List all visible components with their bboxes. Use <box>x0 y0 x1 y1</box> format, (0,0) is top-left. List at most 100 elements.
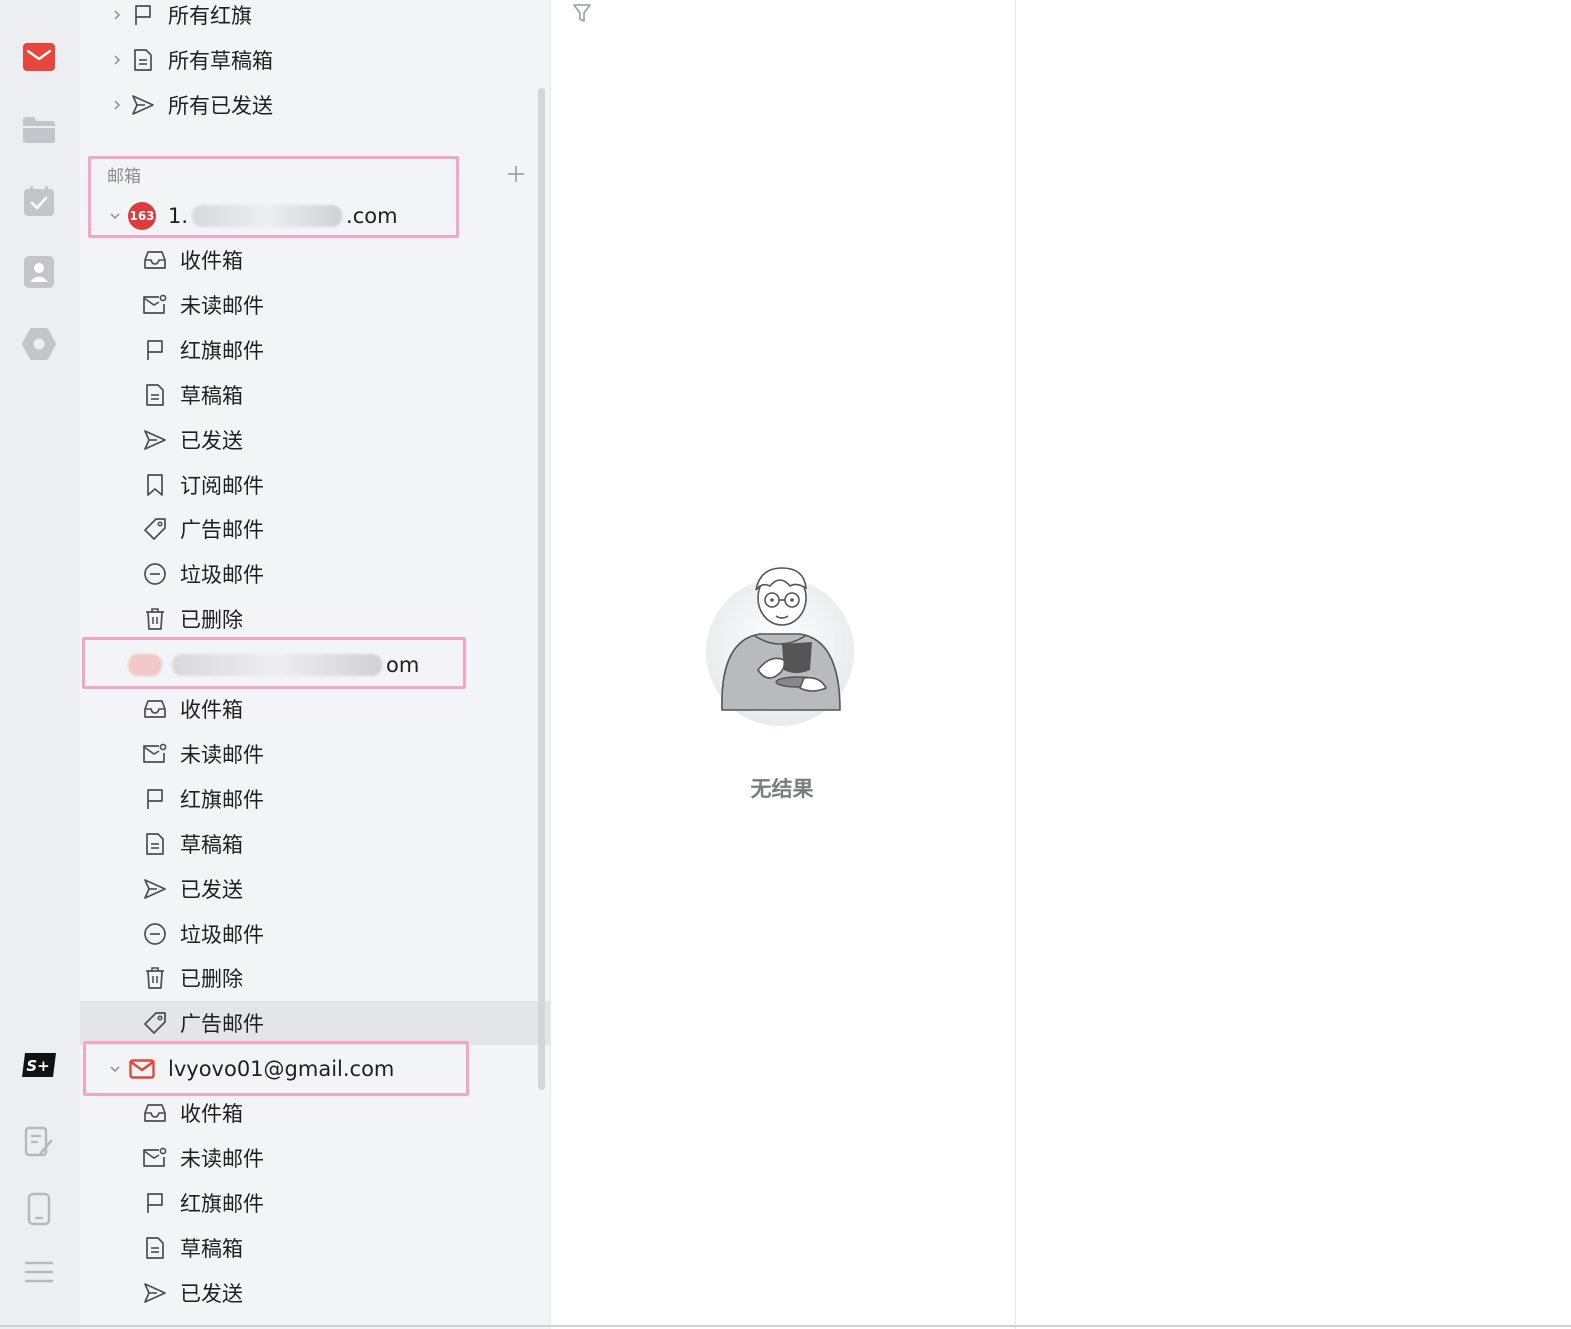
send-icon <box>142 1280 168 1306</box>
folder-item[interactable]: 订阅邮件 <box>80 463 550 507</box>
contacts-icon[interactable] <box>22 255 56 289</box>
tag-icon <box>142 516 168 542</box>
app-rail: S+ <box>0 0 80 1329</box>
menu-icon[interactable] <box>22 1255 56 1289</box>
folder-item[interactable]: 已发送 <box>80 418 550 462</box>
draft-icon <box>142 382 168 408</box>
folder-icon[interactable] <box>22 112 56 146</box>
aggregate-item-label: 所有红旗 <box>168 4 252 28</box>
folder-item-label: 广告邮件 <box>180 518 264 542</box>
folder-item-label: 草稿箱 <box>180 833 243 857</box>
splus-label: S+ <box>26 1057 49 1075</box>
gmail-icon <box>128 1055 156 1083</box>
flag-icon <box>130 2 156 28</box>
folder-item-label: 已发送 <box>180 878 243 902</box>
aggregate-item[interactable]: 所有红旗 <box>80 0 550 37</box>
folder-item[interactable]: 已删除 <box>80 597 550 641</box>
folder-item-label: 收件箱 <box>180 698 243 722</box>
folder-item[interactable]: 红旗邮件 <box>80 1181 550 1225</box>
account-address-suffix: .com <box>346 204 398 228</box>
folder-item[interactable]: 红旗邮件 <box>80 328 550 372</box>
folder-item[interactable]: 草稿箱 <box>80 373 550 417</box>
bookmark-icon <box>142 472 168 498</box>
folder-item[interactable]: 垃圾邮件 <box>80 912 550 956</box>
folder-item[interactable]: 垃圾邮件 <box>80 552 550 596</box>
netease-163-icon: 163 <box>128 202 156 230</box>
mail-detail-pane <box>1015 0 1571 1329</box>
folder-item-label: 广告邮件 <box>180 1012 264 1036</box>
folder-item[interactable]: 已删除 <box>80 956 550 1000</box>
spam-icon <box>142 561 168 587</box>
window-bottom-border <box>0 1325 1571 1327</box>
calendar-icon[interactable] <box>22 184 56 218</box>
chevron-down-icon[interactable] <box>108 209 122 223</box>
folder-item[interactable]: 广告邮件 <box>80 507 550 551</box>
folder-item[interactable]: 未读邮件 <box>80 283 550 327</box>
folder-item[interactable]: 收件箱 <box>80 1091 550 1135</box>
send-icon <box>130 92 156 118</box>
folder-item[interactable]: 草稿箱 <box>80 1226 550 1270</box>
folder-item[interactable]: 收件箱 <box>80 238 550 282</box>
folder-item-label: 订阅邮件 <box>180 474 264 498</box>
chevron-right-icon[interactable] <box>110 98 124 112</box>
aggregate-item-label: 所有已发送 <box>168 94 273 118</box>
folder-item-label: 红旗邮件 <box>180 339 264 363</box>
folder-item-label: 未读邮件 <box>180 743 264 767</box>
filter-icon[interactable] <box>571 2 593 24</box>
account-row[interactable]: om <box>80 643 550 687</box>
folder-item[interactable]: 红旗邮件 <box>80 777 550 821</box>
folder-item-label: 草稿箱 <box>180 1237 243 1261</box>
account-row[interactable]: lvyovo01@gmail.com <box>80 1047 550 1091</box>
add-mailbox-icon[interactable] <box>505 163 527 185</box>
folder-item-label: 已发送 <box>180 429 243 453</box>
aggregate-item[interactable]: 所有已发送 <box>80 83 550 127</box>
send-icon <box>142 876 168 902</box>
flag-icon <box>142 337 168 363</box>
notes-icon[interactable] <box>22 1125 56 1159</box>
folder-item[interactable]: 已发送 <box>80 1271 550 1315</box>
account-address-suffix: om <box>386 653 420 677</box>
folder-scrollbar[interactable] <box>538 88 545 1090</box>
folder-item-label: 已删除 <box>180 608 243 632</box>
redacted-text <box>172 654 382 676</box>
mobile-icon[interactable] <box>22 1192 56 1226</box>
folder-item-label: 未读邮件 <box>180 1147 264 1171</box>
folder-item[interactable]: 未读邮件 <box>80 732 550 776</box>
flag-icon <box>142 786 168 812</box>
splus-icon[interactable]: S+ <box>22 1048 56 1082</box>
folder-item-label: 红旗邮件 <box>180 788 264 812</box>
folder-item-label: 垃圾邮件 <box>180 563 264 587</box>
mail-icon[interactable] <box>22 40 56 74</box>
redacted-icon <box>128 654 162 676</box>
unread-icon <box>142 741 168 767</box>
redacted-text <box>192 205 343 227</box>
account-row[interactable]: 163 1. .com <box>80 194 550 238</box>
chevron-right-icon[interactable] <box>110 53 124 67</box>
inbox-icon <box>142 247 168 273</box>
flag-icon <box>142 1190 168 1216</box>
folder-item-label: 未读邮件 <box>180 294 264 318</box>
trash-icon <box>142 606 168 632</box>
folder-item[interactable]: 草稿箱 <box>80 822 550 866</box>
send-icon <box>142 427 168 453</box>
empty-illustration <box>700 560 860 730</box>
folder-item[interactable]: 未读邮件 <box>80 1136 550 1180</box>
chevron-right-icon[interactable] <box>110 8 124 22</box>
spam-icon <box>142 921 168 947</box>
aggregate-item[interactable]: 所有草稿箱 <box>80 38 550 82</box>
folder-item-label: 垃圾邮件 <box>180 923 264 947</box>
folder-item-label: 收件箱 <box>180 249 243 273</box>
chevron-down-icon[interactable] <box>108 1062 122 1076</box>
draft-icon <box>142 1235 168 1261</box>
settings-hex-icon[interactable] <box>22 327 56 361</box>
mailbox-section-label: 邮箱 <box>107 167 141 187</box>
folder-item[interactable]: 已发送 <box>80 867 550 911</box>
folder-item[interactable]: 收件箱 <box>80 687 550 731</box>
folder-item-label: 红旗邮件 <box>180 1192 264 1216</box>
folder-item-label: 草稿箱 <box>180 384 243 408</box>
empty-result-text: 无结果 <box>750 777 814 801</box>
tag-icon <box>142 1010 168 1036</box>
folder-item[interactable]: 广告邮件 <box>80 1001 550 1045</box>
unread-icon <box>142 292 168 318</box>
unread-icon <box>142 1145 168 1171</box>
